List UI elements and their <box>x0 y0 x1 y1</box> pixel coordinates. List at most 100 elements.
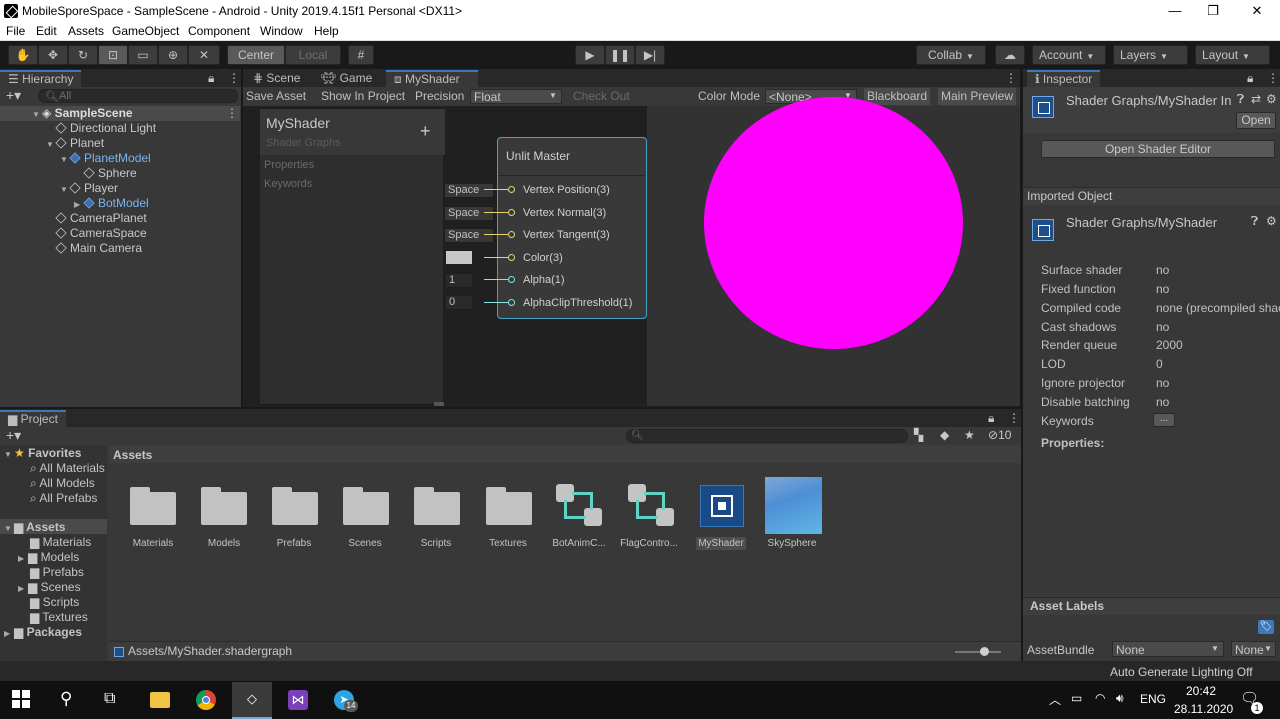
menu-edit[interactable]: Edit <box>36 24 57 38</box>
step-button[interactable]: ▶| <box>635 45 665 65</box>
transform-tool-icon[interactable]: ⊕ <box>158 45 188 65</box>
alpha-clip-input[interactable]: 0 <box>445 295 473 310</box>
layout-dropdown[interactable]: Layout ▼ <box>1195 45 1270 65</box>
save-asset-button[interactable]: Save Asset <box>243 88 309 105</box>
move-tool-icon[interactable]: ✥ <box>38 45 68 65</box>
hierarchy-item[interactable]: CameraSpace <box>0 226 240 241</box>
minimize-button[interactable]: — <box>1160 2 1190 20</box>
folder-icon[interactable] <box>130 487 176 525</box>
account-dropdown[interactable]: Account ▼ <box>1032 45 1106 65</box>
layers-dropdown[interactable]: Layers ▼ <box>1113 45 1188 65</box>
menu-gameobject[interactable]: GameObject <box>112 24 179 38</box>
pause-button[interactable]: ❚❚ <box>605 45 635 65</box>
panel-menu-icon[interactable]: ⋮ <box>1005 71 1017 85</box>
folder-item[interactable]: ▆ Materials <box>30 535 91 549</box>
help-icon[interactable]: ❓︎ <box>1237 92 1244 107</box>
open-button[interactable]: Open <box>1236 112 1276 129</box>
menu-file[interactable]: File <box>6 24 25 38</box>
battery-icon[interactable]: ▭ <box>1071 691 1082 705</box>
wifi-icon[interactable]: ◠ <box>1095 691 1105 705</box>
node-port[interactable]: AlphaClipThreshold(1) <box>508 297 632 309</box>
folder-item[interactable]: ▆ Scripts <box>30 595 79 609</box>
tab-scene[interactable]: ⋕ Scene <box>245 70 308 88</box>
menu-window[interactable]: Window <box>260 24 303 38</box>
space-input[interactable]: Space <box>444 228 494 243</box>
main-preview[interactable] <box>647 97 1020 406</box>
favorite-item[interactable]: ⌕ All Prefabs <box>30 491 97 506</box>
animator-controller-icon[interactable] <box>626 482 676 528</box>
color-swatch[interactable] <box>445 250 473 265</box>
type-filter-icon[interactable]: ▚ <box>914 428 923 442</box>
folder-item[interactable]: ▶ ▆ Models <box>18 550 79 564</box>
folder-icon[interactable] <box>414 487 460 525</box>
custom-tool-icon[interactable]: ✕ <box>188 45 220 65</box>
scale-tool-icon[interactable]: ⊡ <box>98 45 128 65</box>
node-port[interactable]: Vertex Normal(3) <box>508 207 606 219</box>
precision-dropdown[interactable]: Float ▼ <box>470 89 562 104</box>
scene-menu-icon[interactable]: ⋮ <box>226 106 238 121</box>
panel-menu-icon[interactable]: ⋮ <box>228 71 240 85</box>
lock-icon[interactable]: 🔒︎ <box>1247 71 1253 86</box>
hierarchy-item[interactable]: ▼ Planet <box>0 136 240 151</box>
hierarchy-item[interactable]: Main Camera <box>0 241 240 256</box>
menu-assets[interactable]: Assets <box>68 24 104 38</box>
hierarchy-item[interactable]: CameraPlanet <box>0 211 240 226</box>
folder-icon[interactable] <box>486 487 532 525</box>
favorite-item[interactable]: ⌕ All Materials <box>30 461 105 476</box>
alpha-input[interactable]: 1 <box>445 273 473 288</box>
create-button[interactable]: +▾ <box>6 427 21 444</box>
rect-tool-icon[interactable]: ▭ <box>128 45 158 65</box>
folder-item[interactable]: ▆ Prefabs <box>30 565 84 579</box>
project-search[interactable]: 🔍︎ <box>626 429 908 443</box>
tab-game[interactable]: 👾︎ Game <box>313 70 380 88</box>
lock-icon[interactable]: 🔒︎ <box>988 411 994 426</box>
scroll-handle[interactable] <box>434 402 444 406</box>
hierarchy-item[interactable]: ▼ PlanetModel <box>0 151 240 166</box>
folder-icon[interactable] <box>343 487 389 525</box>
tab-hierarchy[interactable]: ☰ Hierarchy <box>0 70 82 88</box>
variant-dropdown[interactable]: None ▼ <box>1231 641 1276 657</box>
pivot-center-button[interactable]: Center <box>227 45 285 65</box>
favorite-item[interactable]: ⌕ All Models <box>30 476 95 491</box>
folder-item[interactable]: ▶ ▆ Scenes <box>18 580 81 594</box>
assetbundle-dropdown[interactable]: None ▼ <box>1112 641 1224 657</box>
folder-icon[interactable] <box>272 487 318 525</box>
language-indicator[interactable]: ENG <box>1140 692 1166 706</box>
clock-date[interactable]: 28.11.2020 <box>1174 702 1233 716</box>
folder-item[interactable]: ▆ Textures <box>30 610 88 624</box>
file-explorer-icon[interactable] <box>150 692 170 708</box>
collab-button[interactable]: Collab ▼ <box>916 45 986 65</box>
settings-sliders-icon[interactable]: ⇄ <box>1251 92 1261 106</box>
unity-taskbar-button[interactable]: ◇ <box>232 682 272 719</box>
main-preview-button[interactable]: Main Preview <box>938 88 1017 105</box>
gear-icon[interactable]: ⚙︎ <box>1266 92 1277 106</box>
show-in-project-button[interactable]: Show In Project <box>318 88 408 105</box>
tab-myshader[interactable]: ⧈ MyShader <box>386 70 478 88</box>
assets-node[interactable]: ▼ ▆ Assets <box>4 520 65 534</box>
zoom-slider-handle[interactable] <box>980 647 989 656</box>
favorites-node[interactable]: ▼ ★ Favorites <box>4 446 81 460</box>
visual-studio-icon[interactable]: ⋈ <box>288 690 308 710</box>
windows-start-icon[interactable] <box>12 690 30 708</box>
menu-help[interactable]: Help <box>314 24 339 38</box>
label-filter-icon[interactable]: ◆ <box>940 428 949 442</box>
zoom-slider-track[interactable] <box>955 651 1001 653</box>
label-tag-icon[interactable]: 🏷︎ <box>1258 620 1274 634</box>
gear-icon[interactable]: ⚙︎ <box>1266 214 1277 228</box>
node-port[interactable]: Vertex Position(3) <box>508 184 610 196</box>
space-input[interactable]: Space <box>444 206 494 221</box>
task-view-icon[interactable]: ⧉ <box>104 690 115 708</box>
folder-icon[interactable] <box>201 487 247 525</box>
pivot-local-button[interactable]: Local <box>285 45 341 65</box>
node-port[interactable]: Alpha(1) <box>508 274 565 286</box>
hierarchy-item[interactable]: ▼ Player <box>0 181 240 196</box>
hierarchy-item[interactable]: Directional Light <box>0 121 240 136</box>
hierarchy-item[interactable]: ▶ BotModel <box>0 196 240 211</box>
panel-menu-icon[interactable]: ⋮ <box>1008 411 1020 425</box>
hierarchy-item[interactable]: Sphere <box>0 166 240 181</box>
help-icon[interactable]: ❓︎ <box>1251 214 1258 229</box>
maximize-button[interactable]: ❐ <box>1198 2 1228 20</box>
space-input[interactable]: Space <box>444 183 494 198</box>
menu-component[interactable]: Component <box>188 24 250 38</box>
skysphere-thumbnail[interactable] <box>765 477 822 534</box>
